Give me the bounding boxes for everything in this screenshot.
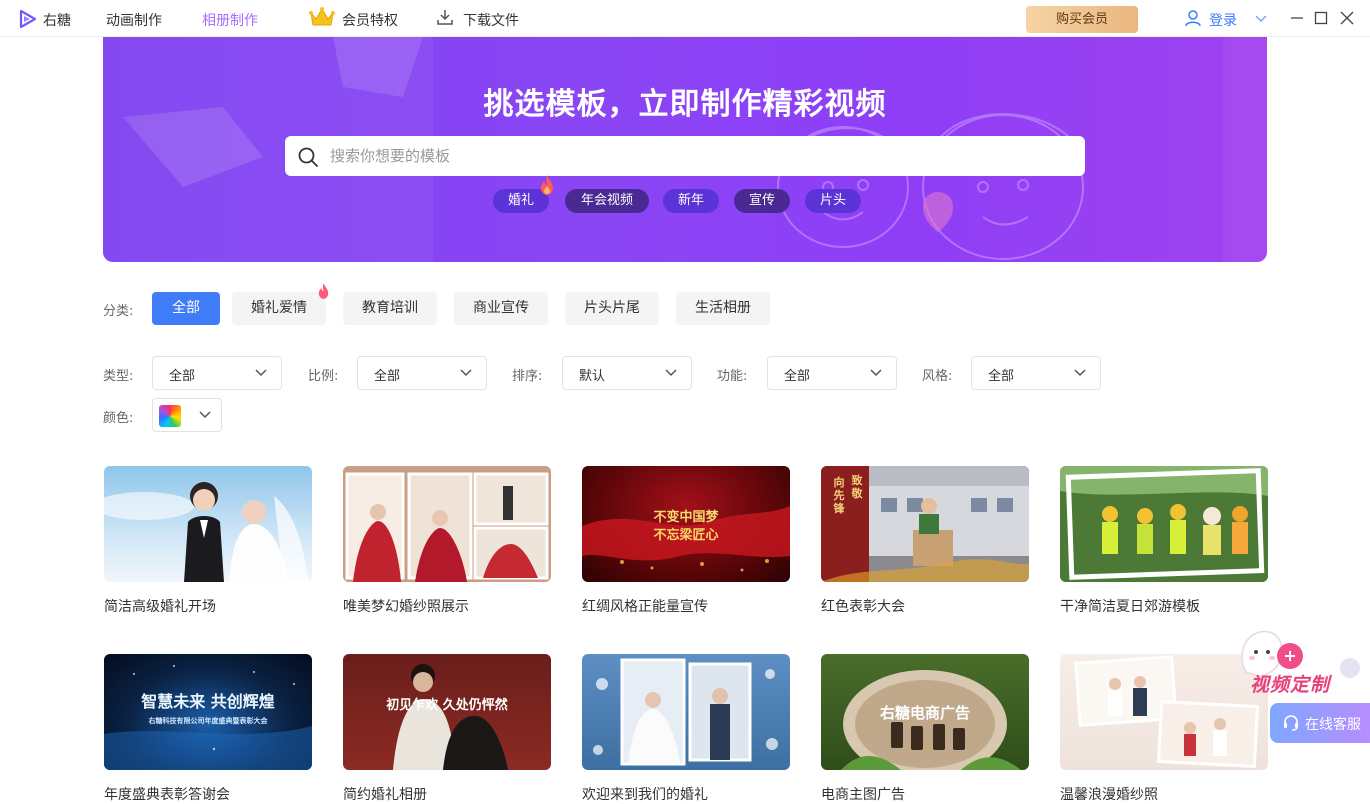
chevron-down-icon[interactable] (1255, 13, 1267, 23)
maximize-icon[interactable] (1314, 11, 1328, 25)
template-thumb-text: 向先锋 (833, 476, 845, 515)
hot-tag-newyear[interactable]: 新年 (663, 189, 719, 213)
template-thumbnail[interactable] (1060, 466, 1268, 582)
template-thumb-text: 初见乍欢 久处仍怦然 (386, 698, 508, 713)
sort-label: 排序: (512, 369, 543, 384)
online-service-label: 在线客服 (1305, 717, 1361, 733)
hero-banner: 挑选模板，立即制作精彩视频 婚礼 年会视频 新年 宣传 片头 (103, 37, 1267, 262)
template-title: 唯美梦幻婚纱照展示 (343, 599, 469, 615)
chevron-down-icon (1074, 369, 1086, 377)
template-thumbnail[interactable] (104, 466, 312, 582)
title-bar: 右糖 动画制作 相册制作 会员特权 下载文件 购买会员 登录 (0, 0, 1370, 37)
nav-download[interactable]: 下载文件 (463, 10, 519, 30)
template-thumbnail[interactable]: 向先锋 致敬 (821, 466, 1029, 582)
color-label: 颜色: (103, 411, 134, 426)
crown-icon (309, 7, 335, 26)
close-icon[interactable] (1340, 11, 1354, 25)
template-title: 干净简洁夏日郊游模板 (1060, 599, 1200, 615)
template-title: 温馨浪漫婚纱照 (1060, 787, 1158, 803)
flame-icon (318, 283, 329, 299)
color-select[interactable] (152, 398, 222, 432)
download-icon (437, 10, 453, 25)
sort-value: 默认 (579, 369, 606, 384)
video-custom-widget[interactable]: 视频定制 (1228, 628, 1370, 698)
category-wedding[interactable]: 婚礼爱情 (232, 292, 326, 325)
ratio-select[interactable]: 全部 (357, 356, 487, 390)
color-swatch (159, 405, 181, 427)
template-thumb-text: 致敬 (851, 474, 863, 500)
template-thumb-text: 右糖科技有限公司年度盛典暨表彰大会 (148, 716, 268, 725)
template-title: 简约婚礼相册 (343, 787, 427, 803)
type-label: 类型: (103, 369, 134, 384)
template-title: 红绸风格正能量宣传 (582, 599, 708, 615)
video-custom-label: 视频定制 (1250, 674, 1331, 696)
ratio-value: 全部 (374, 369, 401, 384)
template-thumbnail[interactable]: 不变中国梦 不忘梁匠心 (582, 466, 790, 582)
minimize-icon[interactable] (1290, 11, 1304, 25)
nav-animation[interactable]: 动画制作 (106, 10, 162, 30)
style-label: 风格: (922, 369, 953, 384)
hot-tags: 婚礼 年会视频 新年 宣传 片头 (103, 175, 1267, 213)
chevron-down-icon (870, 369, 882, 377)
nav-album[interactable]: 相册制作 (202, 10, 258, 30)
search-icon (298, 147, 318, 167)
category-business[interactable]: 商业宣传 (454, 292, 548, 325)
hot-tag-intro[interactable]: 片头 (805, 189, 861, 213)
template-thumbnail[interactable]: 右糖电商广告 (821, 654, 1029, 770)
template-title: 欢迎来到我们的婚礼 (582, 787, 708, 803)
chevron-down-icon (665, 369, 677, 377)
sort-select[interactable]: 默认 (562, 356, 692, 390)
search-input[interactable] (330, 136, 1070, 176)
function-label: 功能: (717, 369, 748, 384)
template-title: 红色表彰大会 (821, 599, 905, 615)
category-intro-outro[interactable]: 片头片尾 (565, 292, 659, 325)
template-title: 简洁高级婚礼开场 (104, 599, 216, 615)
template-thumb-text: 不忘梁匠心 (653, 528, 719, 543)
hot-tag-promo[interactable]: 宣传 (734, 189, 790, 213)
search-box[interactable] (285, 136, 1085, 176)
nav-vip[interactable]: 会员特权 (342, 10, 398, 30)
category-all[interactable]: 全部 (152, 292, 220, 325)
ratio-label: 比例: (308, 369, 339, 384)
function-value: 全部 (784, 369, 811, 384)
chevron-down-icon (199, 411, 211, 419)
buy-vip-button[interactable]: 购买会员 (1026, 6, 1138, 33)
hot-tag-annual[interactable]: 年会视频 (565, 189, 649, 213)
banner-headline: 挑选模板，立即制作精彩视频 (483, 87, 887, 122)
template-thumbnail[interactable] (582, 654, 790, 770)
chevron-down-icon (255, 369, 267, 377)
online-service-button[interactable]: 在线客服 (1270, 703, 1370, 743)
template-thumb-text: 智慧未来 共创辉煌 (141, 692, 275, 711)
style-value: 全部 (988, 369, 1015, 384)
template-thumbnail[interactable]: 智慧未来 共创辉煌 右糖科技有限公司年度盛典暨表彰大会 (104, 654, 312, 770)
template-title: 电商主图广告 (821, 787, 905, 803)
template-thumb-text: 右糖电商广告 (879, 704, 970, 722)
category-label: 分类: (103, 304, 134, 319)
category-education[interactable]: 教育培训 (343, 292, 437, 325)
user-icon (1185, 10, 1201, 27)
category-life[interactable]: 生活相册 (676, 292, 770, 325)
function-select[interactable]: 全部 (767, 356, 897, 390)
template-thumb-text: 不变中国梦 (653, 510, 719, 525)
flame-icon (541, 175, 553, 195)
type-value: 全部 (169, 369, 196, 384)
chevron-down-icon (460, 369, 472, 377)
app-name: 右糖 (43, 13, 71, 29)
app-logo-icon (19, 9, 37, 29)
login-button[interactable]: 登录 (1209, 10, 1237, 30)
template-thumbnail[interactable]: 初见乍欢 久处仍怦然 (343, 654, 551, 770)
template-thumbnail[interactable] (343, 466, 551, 582)
style-select[interactable]: 全部 (971, 356, 1101, 390)
template-title: 年度盛典表彰答谢会 (104, 787, 230, 803)
headset-icon (1284, 715, 1298, 731)
type-select[interactable]: 全部 (152, 356, 282, 390)
